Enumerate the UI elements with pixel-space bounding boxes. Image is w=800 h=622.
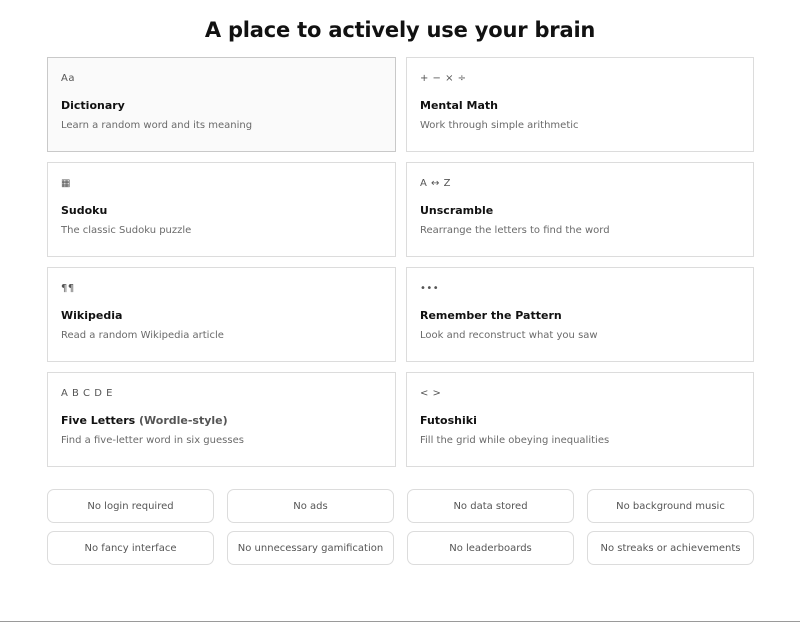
card-title: Mental Math	[420, 99, 498, 112]
card-sudoku[interactable]: ▦ Sudoku The classic Sudoku puzzle	[47, 162, 396, 257]
card-title: Sudoku	[61, 204, 108, 217]
feature-no-ads: No ads	[227, 489, 394, 523]
grid-icon: ▦	[61, 178, 71, 189]
card-description: Read a random Wikipedia article	[61, 330, 224, 341]
card-unscramble[interactable]: A ↔ Z Unscramble Rearrange the letters t…	[406, 162, 754, 257]
card-description: The classic Sudoku puzzle	[61, 225, 192, 236]
math-operators-icon: + − × ÷	[420, 73, 467, 84]
card-futoshiki[interactable]: < > Futoshiki Fill the grid while obeyin…	[406, 372, 754, 467]
feature-no-streaks: No streaks or achievements	[587, 531, 754, 565]
pilcrow-icon: ¶¶	[61, 283, 75, 294]
feature-no-background-music: No background music	[587, 489, 754, 523]
card-description: Find a five-letter word in six guesses	[61, 435, 244, 446]
feature-no-fancy-interface: No fancy interface	[47, 531, 214, 565]
letters-icon: A B C D E	[61, 388, 113, 399]
card-five-letters[interactable]: A B C D E Five Letters (Wordle-style) Fi…	[47, 372, 396, 467]
dictionary-icon: Aa	[61, 73, 75, 84]
card-title: Dictionary	[61, 99, 125, 112]
activity-grid: Aa Dictionary Learn a random word and it…	[47, 57, 754, 467]
dots-icon: •••	[420, 283, 440, 294]
card-title: Remember the Pattern	[420, 309, 562, 322]
card-title-suffix: (Wordle-style)	[139, 414, 228, 427]
card-title: Wikipedia	[61, 309, 123, 322]
feature-no-login: No login required	[47, 489, 214, 523]
card-description: Look and reconstruct what you saw	[420, 330, 598, 341]
page-title: A place to actively use your brain	[204, 18, 596, 42]
card-wikipedia[interactable]: ¶¶ Wikipedia Read a random Wikipedia art…	[47, 267, 396, 362]
card-remember-pattern[interactable]: ••• Remember the Pattern Look and recons…	[406, 267, 754, 362]
card-dictionary[interactable]: Aa Dictionary Learn a random word and it…	[47, 57, 396, 152]
card-title-main: Five Letters	[61, 414, 136, 427]
card-description: Learn a random word and its meaning	[61, 120, 253, 131]
card-mental-math[interactable]: + − × ÷ Mental Math Work through simple …	[406, 57, 754, 152]
swap-letters-icon: A ↔ Z	[420, 178, 451, 189]
card-title: Futoshiki	[420, 414, 477, 427]
card-description: Rearrange the letters to find the word	[420, 225, 610, 236]
card-title: Five Letters (Wordle-style)	[61, 414, 382, 427]
feature-no-gamification: No unnecessary gamification	[227, 531, 394, 565]
card-title: Unscramble	[420, 204, 494, 217]
inequality-icon: < >	[420, 388, 442, 399]
feature-list: No login required No ads No data stored …	[47, 489, 754, 565]
card-description: Fill the grid while obeying inequalities	[420, 435, 610, 446]
card-description: Work through simple arithmetic	[420, 120, 579, 131]
feature-no-leaderboards: No leaderboards	[407, 531, 574, 565]
feature-no-data-stored: No data stored	[407, 489, 574, 523]
